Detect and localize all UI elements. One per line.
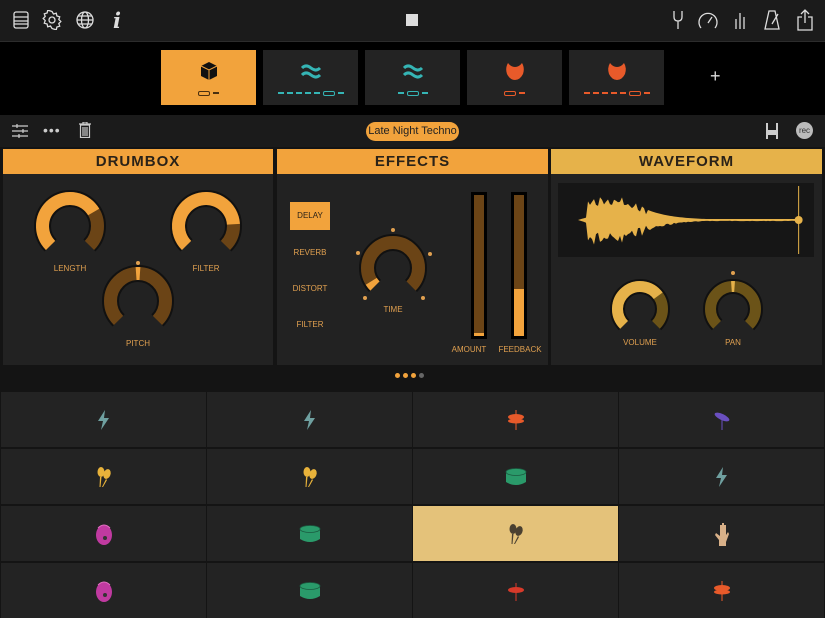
track-sequence-indicator [475,90,554,96]
hihat-icon [712,581,732,601]
track-sequence-indicator [577,90,656,96]
info-icon[interactable]: i [106,9,128,31]
lightning-icon [96,410,112,430]
amount-label: AMOUNT [439,345,499,354]
pan-knob[interactable] [695,271,771,347]
drum-icon [505,468,527,486]
feedback-label: FEEDBACK [498,345,542,354]
lightning-icon [302,410,318,430]
amount-fader[interactable] [471,192,487,339]
share-icon[interactable] [794,9,816,31]
track-tile[interactable] [467,50,562,105]
drum-pad[interactable] [1,563,206,618]
knob-tick-mark [363,296,367,300]
knob-tick-mark [136,261,140,265]
drum-pad[interactable] [1,392,206,447]
split-view-icon[interactable] [766,123,778,144]
bulb-icon [504,60,526,82]
effect-tab-delay[interactable]: DELAY [290,202,330,230]
hihat-icon [506,410,526,430]
shaker-icon [95,579,113,603]
drum-pad[interactable] [619,506,824,561]
knob-tick-mark [428,252,432,256]
track-tile[interactable] [263,50,358,105]
effect-tab-distort[interactable]: DISTORT [290,283,330,295]
drum-pad[interactable] [207,392,412,447]
globe-icon[interactable] [74,9,96,31]
drum-pad[interactable] [1,449,206,504]
drum-pad[interactable] [413,506,618,561]
maracas-icon [302,466,318,488]
trash-icon[interactable] [79,122,91,143]
effects-title: EFFECTS [277,149,548,174]
page-dot[interactable] [411,373,416,378]
cymbal-red-icon [506,581,526,601]
settings-gear-icon[interactable] [41,9,63,31]
track-tile[interactable] [365,50,460,105]
drum-pad[interactable] [207,449,412,504]
volume-knob[interactable] [602,271,678,347]
sequencer-settings-icon[interactable] [12,124,28,143]
drum-pad[interactable] [207,563,412,618]
track-sequence-indicator [271,90,350,96]
knob-tick-mark [421,296,425,300]
knob-tick-mark [356,251,360,255]
waveform-title: WAVEFORM [551,149,822,174]
drum-pad[interactable] [619,392,824,447]
track-strip: + [0,42,825,115]
page-dot[interactable] [403,373,408,378]
tempo-gauge-icon[interactable] [697,9,719,31]
hand-icon [713,522,731,546]
drum-pad[interactable] [619,563,824,618]
more-options-icon[interactable]: ••• [43,122,61,138]
bulb-icon [606,60,628,82]
drum-pad[interactable] [207,506,412,561]
waveform-shape [578,197,798,244]
track-sequence-indicator [169,90,248,96]
drum-pad[interactable] [1,506,206,561]
pitch-knob[interactable] [94,257,182,345]
drum-icon [299,582,321,600]
record-button[interactable]: rec [796,122,813,139]
tuning-fork-icon[interactable] [667,9,689,31]
shaker-icon [95,522,113,546]
effect-tab-reverb[interactable]: REVERB [290,247,330,259]
top-bar: i [0,0,825,42]
drum-icon [299,525,321,543]
page-dot[interactable] [395,373,400,378]
track-sequence-indicator [373,90,452,96]
pan-label: PAN [693,338,773,347]
knob-fill [371,281,375,286]
track-tile[interactable] [569,50,664,105]
playhead-handle [795,216,803,224]
maracas-icon [96,466,112,488]
drum-pad[interactable] [619,449,824,504]
feedback-fader[interactable] [511,192,527,339]
drumbox-title: DRUMBOX [3,149,273,174]
drum-pad[interactable] [413,392,618,447]
effect-tab-filter[interactable]: FILTER [290,319,330,331]
drum-pad[interactable] [413,563,618,618]
preset-name-button[interactable]: Late Night Techno [366,122,459,141]
maracas-icon [508,523,524,545]
library-icon[interactable] [10,9,32,31]
waves-icon [402,60,424,82]
metronome-icon[interactable] [761,9,783,31]
waves-icon [300,60,322,82]
knob-tick-mark [731,271,735,275]
page-dot[interactable] [419,373,424,378]
drum-pad[interactable] [413,449,618,504]
time-label: TIME [353,305,433,314]
track-tile[interactable] [161,50,256,105]
volume-label: VOLUME [600,338,680,347]
pitch-label: PITCH [98,339,178,348]
lightning-icon [714,467,730,487]
stop-icon[interactable] [401,9,423,31]
waveform-display[interactable] [558,183,814,257]
mixer-levels-icon[interactable] [729,9,751,31]
cube-icon [198,60,220,82]
knob-tick-mark [391,228,395,232]
add-track-button[interactable]: + [710,66,721,87]
cymbal-icon [712,410,732,430]
